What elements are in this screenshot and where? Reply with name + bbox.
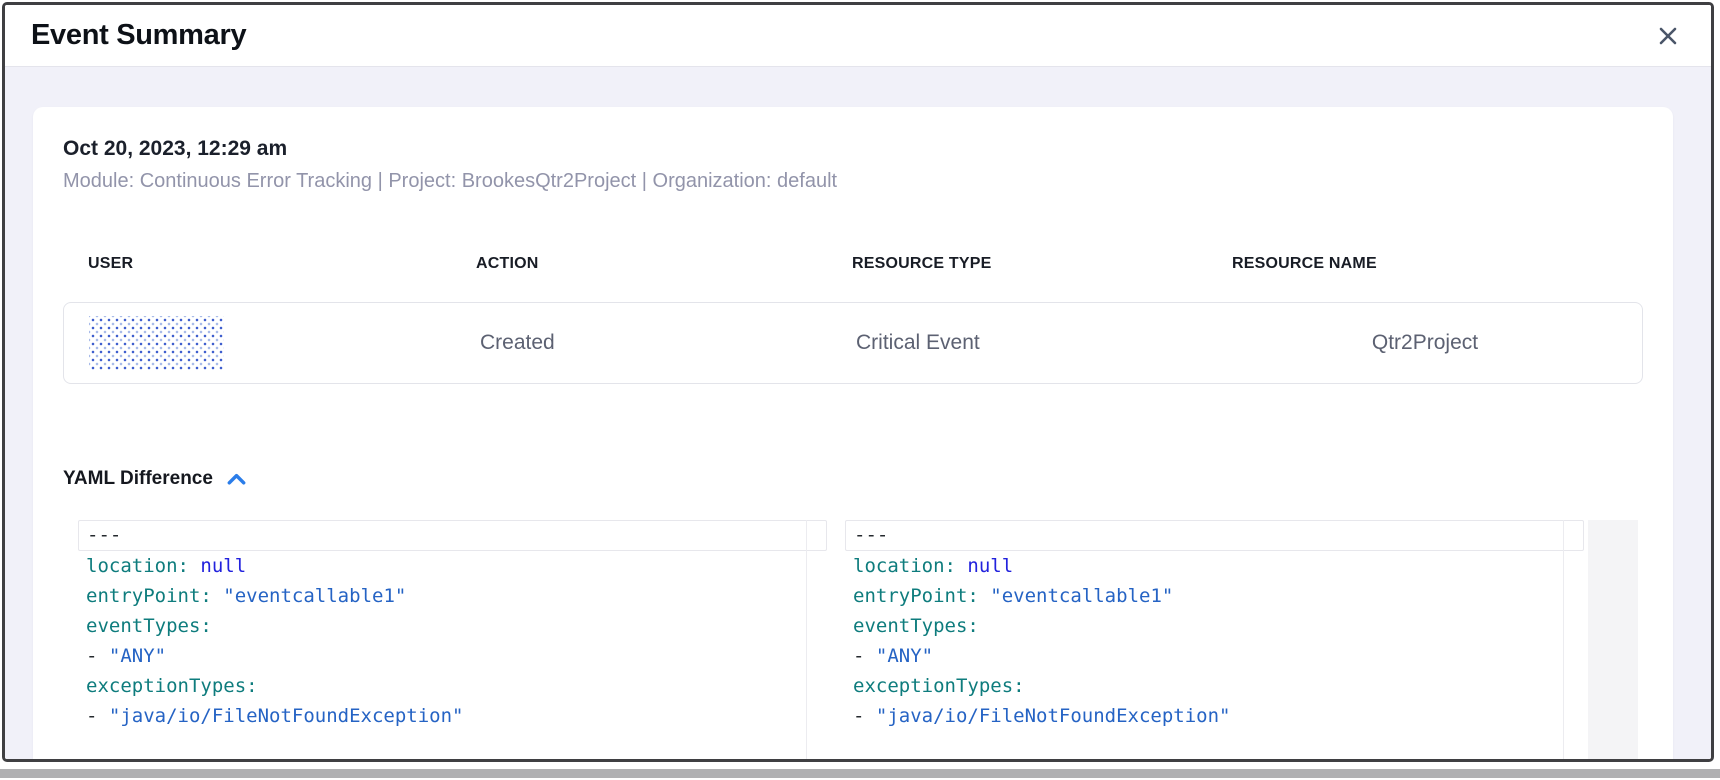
code-line: - "ANY"	[845, 641, 1584, 671]
code-line: ---	[845, 520, 1584, 551]
resource-type-cell: Critical Event	[828, 331, 1208, 355]
event-summary-modal: Event Summary Oct 20, 2023, 12:29 am Mod…	[2, 2, 1714, 762]
code-lines-right: ---location: nullentryPoint: "eventcalla…	[845, 520, 1584, 731]
user-cell	[64, 316, 452, 370]
diff-scrollbar-track[interactable]	[1588, 520, 1638, 759]
chevron-up-icon	[225, 469, 248, 489]
code-line: exceptionTypes:	[78, 671, 827, 701]
resource-name-cell: Qtr2Project	[1208, 331, 1642, 355]
column-header-resource-type: RESOURCE TYPE	[827, 255, 1207, 273]
page-background: Event Summary Oct 20, 2023, 12:29 am Mod…	[0, 0, 1720, 780]
right-panel-scroll-gutter[interactable]	[1563, 520, 1584, 759]
close-icon	[1656, 24, 1680, 48]
yaml-diff-header: YAML Difference	[63, 468, 1643, 490]
code-line: eventTypes:	[78, 611, 827, 641]
close-button[interactable]	[1651, 19, 1685, 53]
collapse-toggle-button[interactable]	[225, 469, 248, 489]
diff-panel-left[interactable]: ---location: nullentryPoint: "eventcalla…	[78, 520, 827, 759]
modal-body: Oct 20, 2023, 12:29 am Module: Continuou…	[5, 67, 1711, 759]
event-timestamp: Oct 20, 2023, 12:29 am	[63, 137, 1643, 161]
code-line: - "ANY"	[78, 641, 827, 671]
code-line: entryPoint: "eventcallable1"	[845, 581, 1584, 611]
code-line: location: null	[78, 551, 827, 581]
column-header-user: USER	[63, 255, 451, 273]
code-lines-left: ---location: nullentryPoint: "eventcalla…	[78, 520, 827, 731]
column-header-resource-name: RESOURCE NAME	[1207, 255, 1643, 273]
event-card: Oct 20, 2023, 12:29 am Module: Continuou…	[33, 107, 1673, 759]
code-line: entryPoint: "eventcallable1"	[78, 581, 827, 611]
code-line: ---	[78, 520, 827, 551]
event-meta: Module: Continuous Error Tracking | Proj…	[63, 170, 1643, 193]
redacted-user-pattern	[89, 316, 224, 370]
code-line: eventTypes:	[845, 611, 1584, 641]
table-row: Created Critical Event Qtr2Project	[63, 302, 1643, 384]
action-cell: Created	[452, 331, 828, 355]
code-line: - "java/io/FileNotFoundException"	[845, 701, 1584, 731]
yaml-diff-label: YAML Difference	[63, 468, 213, 490]
code-line: exceptionTypes:	[845, 671, 1584, 701]
yaml-diff-container: ---location: nullentryPoint: "eventcalla…	[78, 520, 1643, 759]
column-header-action: ACTION	[451, 255, 827, 273]
left-panel-scroll-gutter[interactable]	[806, 520, 827, 759]
page-bottom-bar	[0, 769, 1720, 778]
diff-panel-right[interactable]: ---location: nullentryPoint: "eventcalla…	[845, 520, 1584, 759]
table-header-row: USER ACTION RESOURCE TYPE RESOURCE NAME	[63, 255, 1643, 273]
code-line: location: null	[845, 551, 1584, 581]
code-line: - "java/io/FileNotFoundException"	[78, 701, 827, 731]
modal-header: Event Summary	[5, 5, 1711, 67]
modal-title: Event Summary	[31, 19, 246, 52]
